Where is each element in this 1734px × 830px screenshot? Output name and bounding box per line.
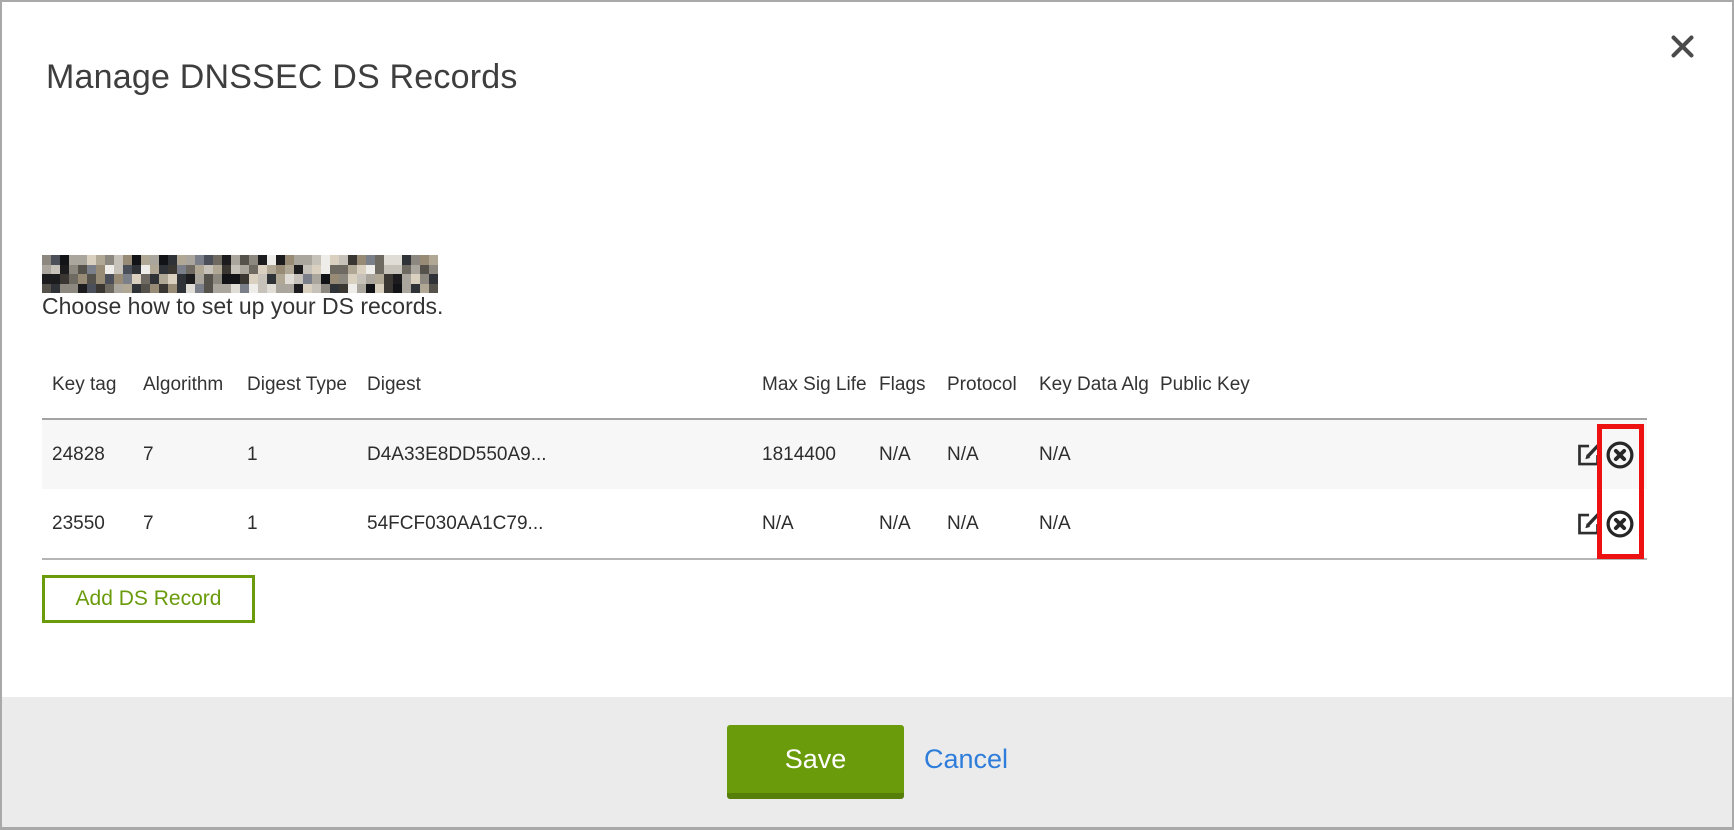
cell-key-tag: 24828 — [42, 419, 133, 489]
delete-record-button[interactable] — [1605, 509, 1635, 539]
cell-public-key — [1150, 489, 1560, 559]
cell-actions — [1560, 489, 1647, 559]
cell-actions — [1560, 419, 1647, 489]
col-header-flags: Flags — [869, 373, 937, 419]
add-ds-record-button[interactable]: Add DS Record — [42, 575, 255, 623]
cell-digest-type: 1 — [237, 419, 357, 489]
table-header-row: Key tag Algorithm Digest Type Digest Max… — [42, 373, 1647, 419]
cell-protocol: N/A — [937, 489, 1029, 559]
dialog-title: Manage DNSSEC DS Records — [46, 58, 518, 97]
cell-flags: N/A — [869, 419, 937, 489]
col-header-digest-type: Digest Type — [237, 373, 357, 419]
table-row: 24828 7 1 D4A33E8DD550A9... 1814400 N/A … — [42, 419, 1647, 489]
cell-protocol: N/A — [937, 419, 1029, 489]
cancel-link[interactable]: Cancel — [924, 744, 1008, 775]
redacted-domain-name — [42, 255, 438, 293]
col-header-max-sig-life: Max Sig Life — [752, 373, 869, 419]
col-header-actions — [1560, 373, 1647, 419]
delete-circle-x-icon — [1605, 527, 1635, 542]
col-header-key-tag: Key tag — [42, 373, 133, 419]
cell-key-data-alg: N/A — [1029, 419, 1150, 489]
cell-algorithm: 7 — [133, 419, 237, 489]
table-row: 23550 7 1 54FCF030AA1C79... N/A N/A N/A … — [42, 489, 1647, 559]
dialog-footer: Save Cancel — [2, 697, 1732, 829]
cell-digest: D4A33E8DD550A9... — [357, 419, 752, 489]
save-button[interactable]: Save — [727, 725, 904, 799]
cell-digest-type: 1 — [237, 489, 357, 559]
ds-records-table: Key tag Algorithm Digest Type Digest Max… — [42, 373, 1647, 560]
cell-max-sig-life: N/A — [752, 489, 869, 559]
edit-record-button[interactable] — [1575, 441, 1602, 468]
col-header-public-key: Public Key — [1150, 373, 1560, 419]
intro-text: Choose how to set up your DS records. — [42, 293, 443, 320]
cell-max-sig-life: 1814400 — [752, 419, 869, 489]
cell-public-key — [1150, 419, 1560, 489]
cell-digest: 54FCF030AA1C79... — [357, 489, 752, 559]
edit-pencil-square-icon — [1575, 525, 1602, 540]
cell-flags: N/A — [869, 489, 937, 559]
delete-circle-x-icon — [1605, 458, 1635, 473]
col-header-key-data-alg: Key Data Alg — [1029, 373, 1150, 419]
close-icon — [1668, 49, 1697, 64]
manage-dnssec-ds-records-dialog: Manage DNSSEC DS Records Choose how to s… — [0, 0, 1734, 830]
col-header-protocol: Protocol — [937, 373, 1029, 419]
delete-record-button[interactable] — [1605, 440, 1635, 470]
cell-key-data-alg: N/A — [1029, 489, 1150, 559]
col-header-digest: Digest — [357, 373, 752, 419]
edit-record-button[interactable] — [1575, 510, 1602, 537]
close-button[interactable] — [1666, 30, 1698, 62]
edit-pencil-square-icon — [1575, 456, 1602, 471]
cell-key-tag: 23550 — [42, 489, 133, 559]
col-header-algorithm: Algorithm — [133, 373, 237, 419]
cell-algorithm: 7 — [133, 489, 237, 559]
